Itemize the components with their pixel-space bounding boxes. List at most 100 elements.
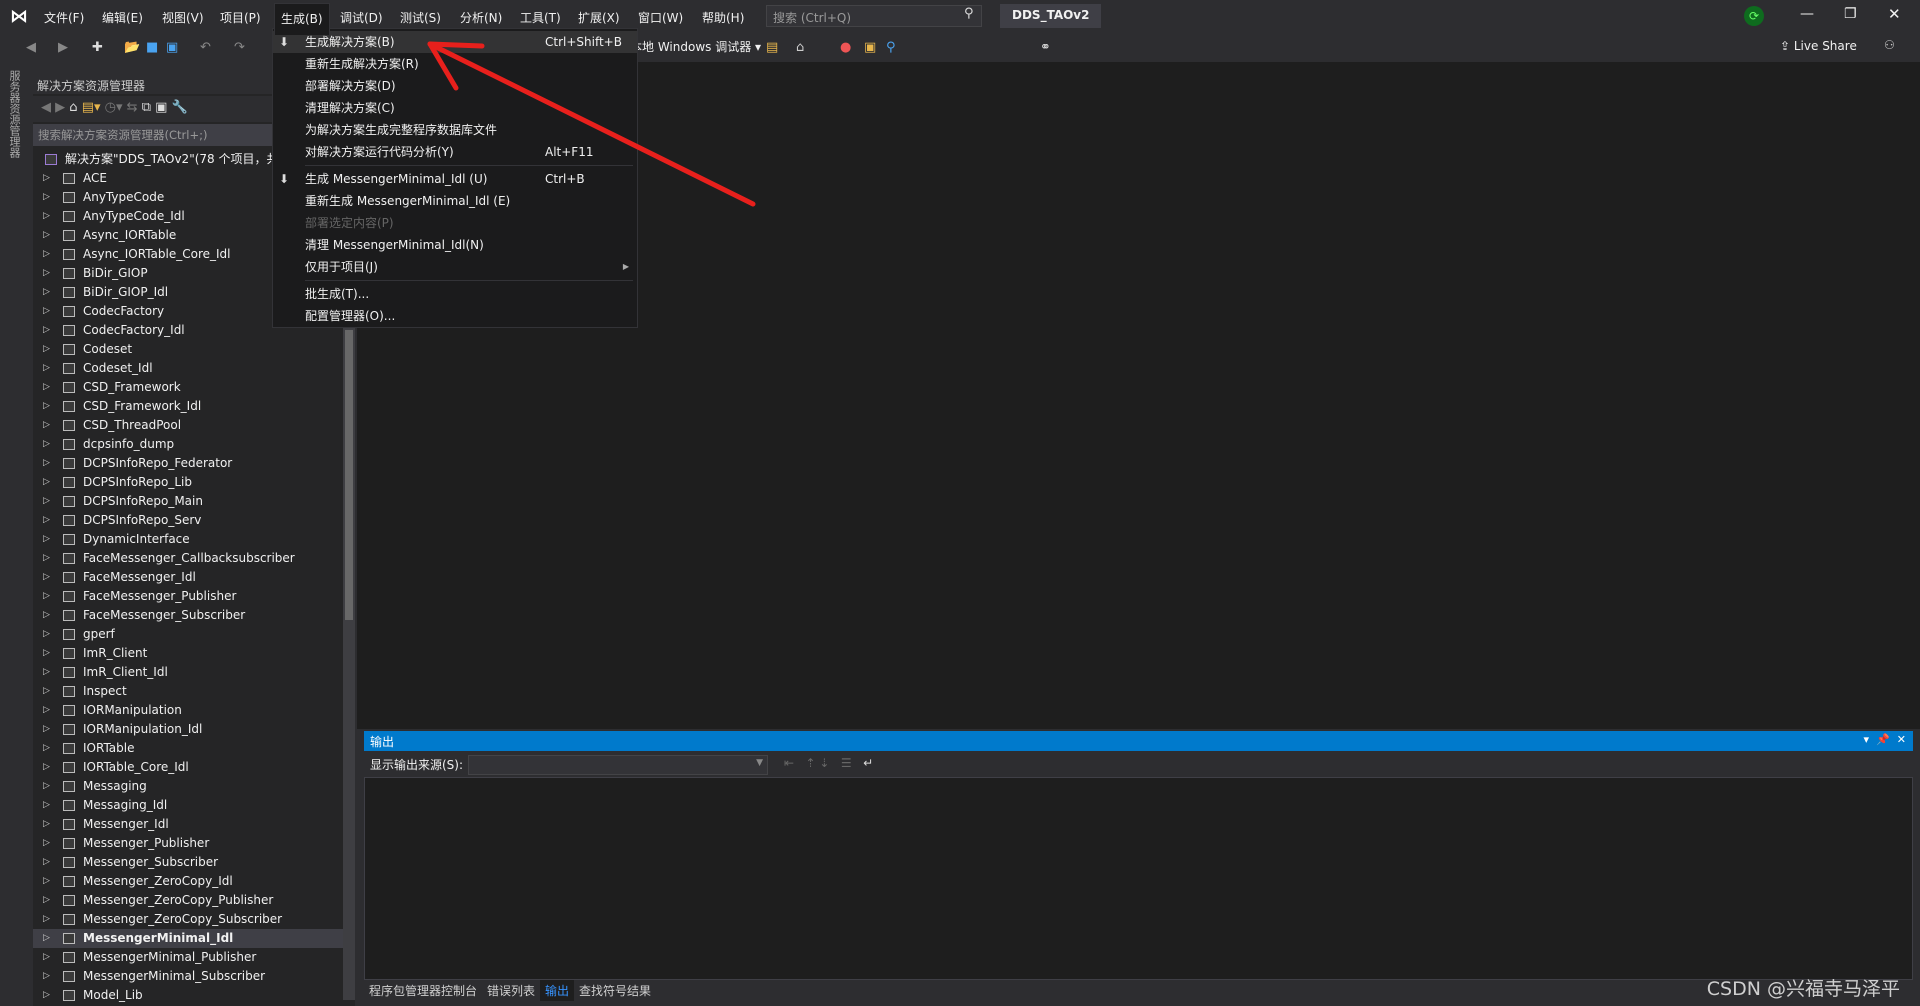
expand-icon[interactable]: ▷ bbox=[43, 853, 50, 872]
tree-item[interactable]: ▷ DCPSInfoRepo_Federator bbox=[33, 454, 343, 473]
menu-11[interactable]: 帮助(H) bbox=[696, 7, 750, 28]
toolbar-tool-icon[interactable]: ⌂ bbox=[796, 40, 804, 55]
open-icon[interactable]: 📂 bbox=[124, 40, 140, 55]
expand-icon[interactable]: ▷ bbox=[43, 872, 50, 891]
menu-item[interactable]: 仅用于项目(J) ▶ bbox=[273, 256, 637, 278]
tree-item[interactable]: ▷ FaceMessenger_Idl bbox=[33, 568, 343, 587]
tree-item[interactable]: ▷ gperf bbox=[33, 625, 343, 644]
expand-icon[interactable]: ▷ bbox=[43, 758, 50, 777]
expand-icon[interactable]: ▷ bbox=[43, 169, 50, 188]
expand-icon[interactable]: ▷ bbox=[43, 644, 50, 663]
debugger-dropdown[interactable]: 本地 Windows 调试器 ▾ bbox=[630, 38, 761, 55]
tree-item[interactable]: ▷ Messenger_ZeroCopy_Publisher bbox=[33, 891, 343, 910]
expand-icon[interactable]: ▷ bbox=[43, 473, 50, 492]
tree-item[interactable]: ▷ CSD_Framework bbox=[33, 378, 343, 397]
expand-icon[interactable]: ▷ bbox=[43, 967, 50, 986]
tree-item[interactable]: ▷ MessengerMinimal_Idl bbox=[33, 929, 343, 948]
expand-icon[interactable]: ▷ bbox=[43, 625, 50, 644]
expand-icon[interactable]: ▷ bbox=[43, 435, 50, 454]
tree-item[interactable]: ▷ Messenger_Publisher bbox=[33, 834, 343, 853]
menu-9[interactable]: 扩展(X) bbox=[572, 7, 626, 28]
expand-icon[interactable]: ▷ bbox=[43, 511, 50, 530]
menu-2[interactable]: 视图(V) bbox=[156, 7, 210, 28]
restore-button[interactable]: ❐ bbox=[1844, 6, 1857, 22]
close-button[interactable]: ✕ bbox=[1888, 5, 1901, 23]
account-icon[interactable]: ⟳ bbox=[1744, 6, 1764, 26]
expand-icon[interactable]: ▷ bbox=[43, 188, 50, 207]
menu-4[interactable]: 生成(B) bbox=[274, 3, 330, 35]
menu-7[interactable]: 分析(N) bbox=[454, 7, 508, 28]
server-explorer-tab[interactable]: 服务器资源管理器 bbox=[8, 70, 22, 158]
expand-icon[interactable]: ▷ bbox=[43, 606, 50, 625]
tree-item[interactable]: ▷ Codeset bbox=[33, 340, 343, 359]
bottom-tab[interactable]: 错误列表 bbox=[482, 980, 540, 1001]
menu-item[interactable]: 配置管理器(O)... bbox=[273, 305, 637, 327]
menu-item[interactable]: 清理解决方案(C) bbox=[273, 97, 637, 119]
home-icon[interactable]: ⌂ bbox=[69, 100, 77, 115]
tree-item[interactable]: ▷ DynamicInterface bbox=[33, 530, 343, 549]
toolbar-tool-icon[interactable]: ▣ bbox=[864, 40, 876, 55]
tree-item[interactable]: ▷ CSD_Framework_Idl bbox=[33, 397, 343, 416]
back-icon[interactable]: ◀ bbox=[26, 40, 36, 55]
switch-views-icon[interactable]: ▤▾ bbox=[82, 100, 101, 115]
expand-icon[interactable]: ▷ bbox=[43, 739, 50, 758]
live-share-button[interactable]: ⇪ Live Share bbox=[1780, 39, 1857, 53]
tree-item[interactable]: ▷ FaceMessenger_Callbacksubscriber bbox=[33, 549, 343, 568]
expand-icon[interactable]: ▷ bbox=[43, 397, 50, 416]
pending-changes-icon[interactable]: ◷▾ bbox=[105, 100, 123, 115]
expand-icon[interactable]: ▷ bbox=[43, 834, 50, 853]
new-project-icon[interactable]: ✚ bbox=[92, 40, 103, 55]
expand-icon[interactable]: ▷ bbox=[43, 492, 50, 511]
show-all-files-icon[interactable]: ▣ bbox=[155, 100, 167, 115]
feedback-icon[interactable]: ⚇ bbox=[1884, 38, 1895, 52]
tree-item[interactable]: ▷ ImR_Client_Idl bbox=[33, 663, 343, 682]
tree-item[interactable]: ▷ IORTable bbox=[33, 739, 343, 758]
pin-icon[interactable]: 📌 bbox=[1876, 733, 1890, 746]
expand-icon[interactable]: ▷ bbox=[43, 340, 50, 359]
menu-item[interactable]: 批生成(T)... bbox=[273, 283, 637, 305]
expand-icon[interactable]: ▷ bbox=[43, 568, 50, 587]
save-icon[interactable]: ■ bbox=[146, 40, 158, 55]
menu-item[interactable]: 重新生成解决方案(R) bbox=[273, 53, 637, 75]
expand-icon[interactable]: ▷ bbox=[43, 454, 50, 473]
save-all-icon[interactable]: ▣ bbox=[166, 40, 178, 55]
expand-icon[interactable]: ▷ bbox=[43, 929, 50, 948]
menu-item[interactable]: 清理 MessengerMinimal_Idl(N) bbox=[273, 234, 637, 256]
tree-item[interactable]: ▷ ImR_Client bbox=[33, 644, 343, 663]
properties-icon[interactable]: 🔧 bbox=[172, 100, 188, 115]
goto-icon[interactable]: ⇤ ⇡ ⇣ ☰ ↵ bbox=[784, 756, 873, 770]
expand-icon[interactable]: ▷ bbox=[43, 587, 50, 606]
menu-8[interactable]: 工具(T) bbox=[514, 7, 567, 28]
expand-icon[interactable]: ▷ bbox=[43, 720, 50, 739]
tree-item[interactable]: ▷ Codeset_Idl bbox=[33, 359, 343, 378]
tree-item[interactable]: ▷ Messaging_Idl bbox=[33, 796, 343, 815]
toolbar-tool-icon[interactable]: ⚭ bbox=[1040, 40, 1051, 55]
expand-icon[interactable]: ▷ bbox=[43, 815, 50, 834]
forward-icon[interactable]: ▶ bbox=[55, 100, 65, 115]
output-text[interactable] bbox=[364, 777, 1913, 980]
tree-item[interactable]: ▷ Messenger_ZeroCopy_Idl bbox=[33, 872, 343, 891]
expand-icon[interactable]: ▷ bbox=[43, 549, 50, 568]
tree-item[interactable]: ▷ FaceMessenger_Subscriber bbox=[33, 606, 343, 625]
menu-0[interactable]: 文件(F) bbox=[38, 7, 90, 28]
expand-icon[interactable]: ▷ bbox=[43, 283, 50, 302]
toolbar-tool-icon[interactable]: ● bbox=[840, 40, 851, 55]
collapse-all-icon[interactable]: ⧉ bbox=[142, 100, 151, 115]
expand-icon[interactable]: ▷ bbox=[43, 910, 50, 929]
expand-icon[interactable]: ▷ bbox=[43, 948, 50, 967]
menu-10[interactable]: 窗口(W) bbox=[632, 7, 689, 28]
menu-5[interactable]: 调试(D) bbox=[334, 7, 389, 28]
dropdown-icon[interactable]: ▾ bbox=[1864, 733, 1870, 746]
expand-icon[interactable]: ▷ bbox=[43, 796, 50, 815]
tree-item[interactable]: ▷ Model_Lib bbox=[33, 986, 343, 1005]
tree-item[interactable]: ▷ IORManipulation_Idl bbox=[33, 720, 343, 739]
bottom-tab[interactable]: 查找符号结果 bbox=[574, 980, 656, 1001]
expand-icon[interactable]: ▷ bbox=[43, 302, 50, 321]
menu-1[interactable]: 编辑(E) bbox=[96, 7, 149, 28]
toolbar-tool-icon[interactable]: ⚲ bbox=[886, 40, 896, 55]
forward-icon[interactable]: ▶ bbox=[58, 40, 68, 55]
output-source-select[interactable]: ▼ bbox=[468, 755, 768, 775]
expand-icon[interactable]: ▷ bbox=[43, 416, 50, 435]
expand-icon[interactable]: ▷ bbox=[43, 207, 50, 226]
expand-icon[interactable]: ▷ bbox=[43, 777, 50, 796]
